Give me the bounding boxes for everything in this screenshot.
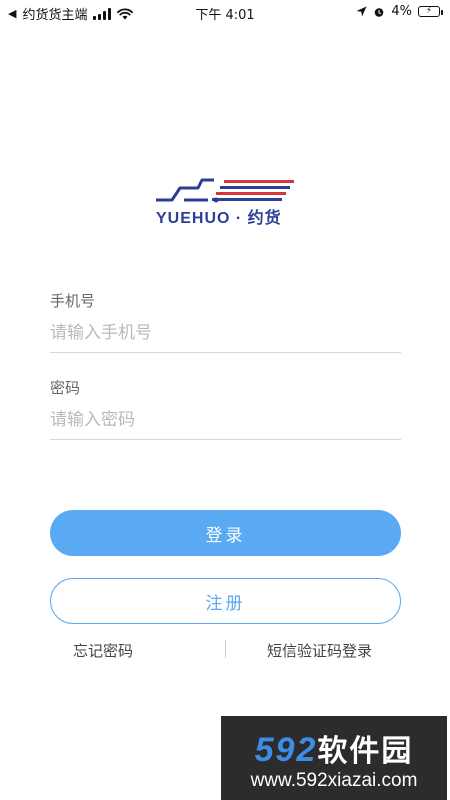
password-field: 密码 [50, 377, 401, 440]
login-button[interactable]: 登录 [50, 510, 401, 556]
bottom-links: 忘记密码 短信验证码登录 [0, 640, 450, 660]
alarm-icon [375, 7, 384, 17]
app-logo: YUEHUO · 约货 [150, 178, 300, 227]
watermark-number: 592 [254, 731, 318, 769]
phone-input[interactable] [50, 323, 401, 343]
watermark-logo: 592软件园 [221, 726, 447, 770]
status-right: 4% ⚡ [356, 4, 443, 19]
charging-bolt-icon: ⚡ [425, 6, 433, 16]
forgot-password-link[interactable]: 忘记密码 [73, 640, 133, 661]
watermark-chinese: 软件园 [317, 734, 414, 769]
register-button[interactable]: 注册 [50, 578, 401, 624]
password-label: 密码 [50, 379, 81, 397]
status-bar: ◀ 约货货主端 下午 4:01 4% ⚡ [0, 0, 450, 24]
site-watermark: 592软件园 www.592xiazai.com [221, 716, 447, 800]
logo-text: YUEHUO · 约货 [156, 210, 282, 227]
watermark-url: www.592xiazai.com [250, 770, 418, 791]
sms-login-link[interactable]: 短信验证码登录 [267, 640, 372, 661]
location-arrow-icon [356, 6, 367, 17]
phone-field: 手机号 [50, 290, 401, 353]
password-input[interactable] [50, 410, 401, 430]
battery-icon: ⚡ [418, 6, 443, 17]
links-divider [225, 640, 226, 658]
battery-percent: 4% [391, 4, 412, 19]
phone-label: 手机号 [50, 292, 96, 310]
